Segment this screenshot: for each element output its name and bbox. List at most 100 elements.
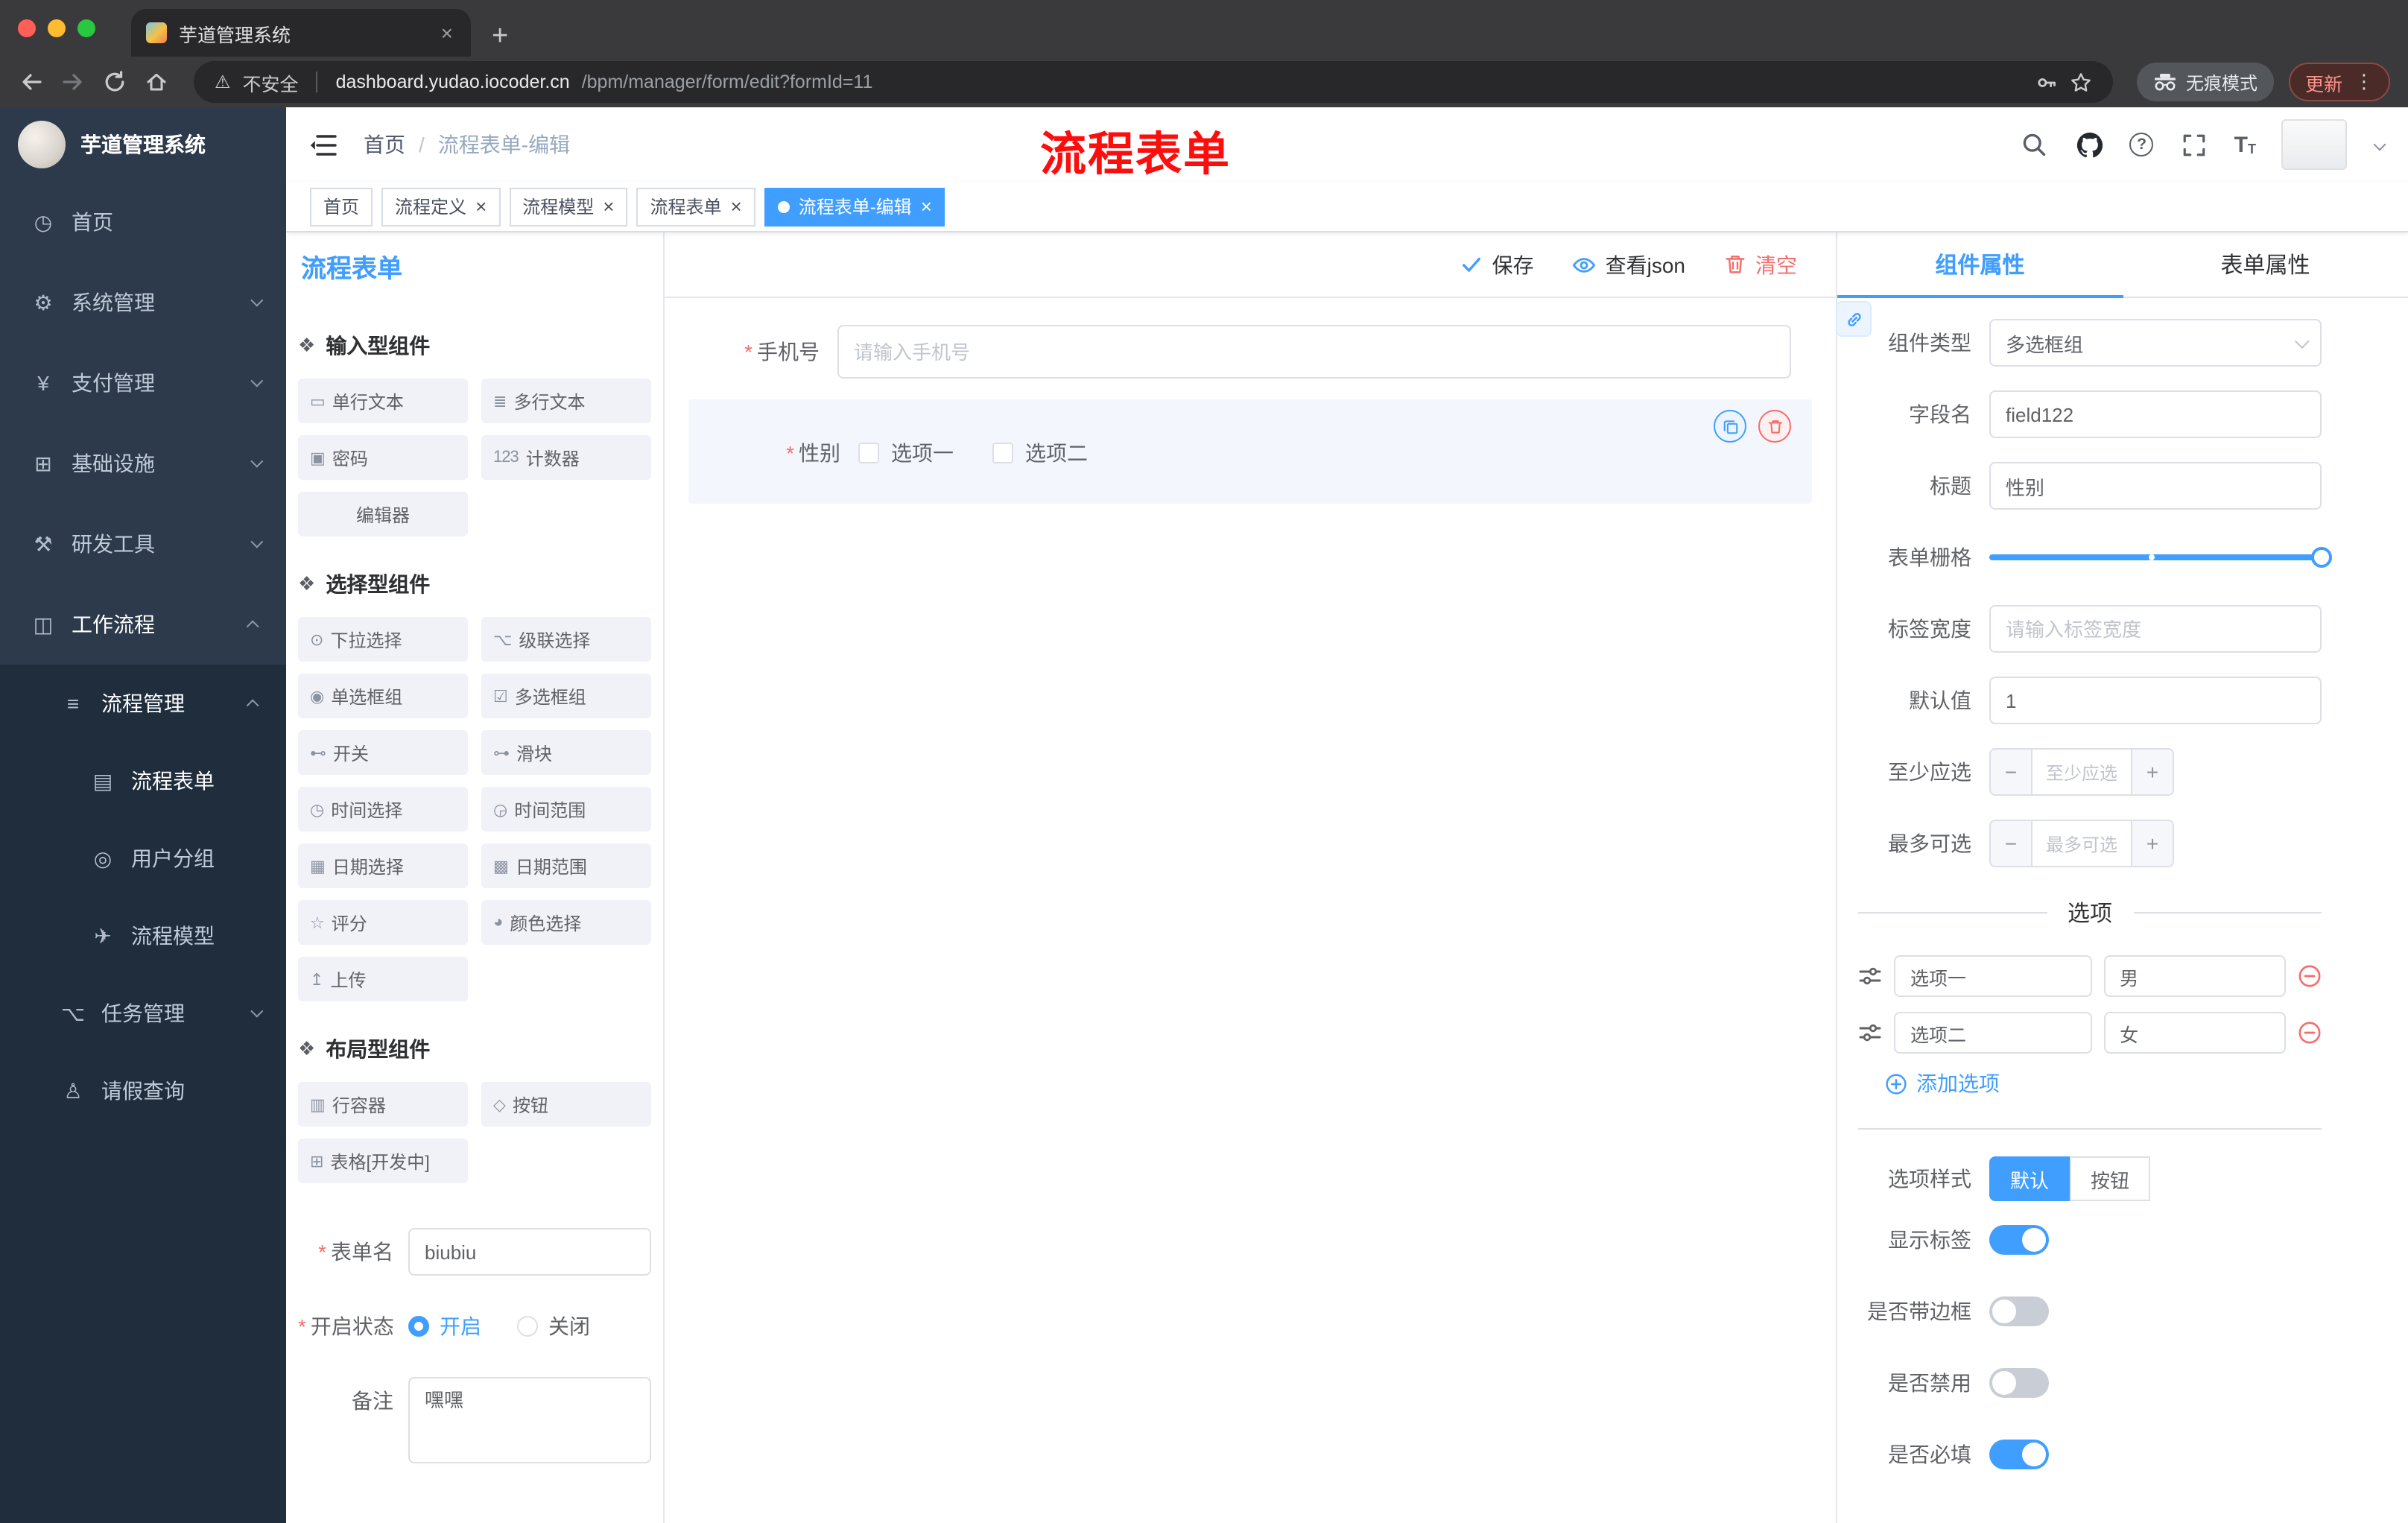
view-json-button[interactable]: 查看json (1573, 250, 1685, 279)
slider-handle[interactable] (2311, 547, 2332, 568)
status-radio[interactable]: 关闭 (517, 1311, 590, 1341)
sidebar-item-process-model[interactable]: ✈ 流程模型 (0, 897, 286, 975)
component-item[interactable]: ⊙ 下拉选择 (298, 617, 468, 662)
component-item[interactable]: ▩ 日期范围 (481, 843, 651, 888)
toggle-switch[interactable] (1989, 1225, 2049, 1255)
component-item[interactable]: ⊷ 开关 (298, 730, 468, 775)
sidebar-item-leave-query[interactable]: ♙ 请假查询 (0, 1052, 286, 1130)
tab-close-icon[interactable]: × (438, 21, 456, 45)
link-icon[interactable] (1836, 301, 1872, 337)
max-select-value[interactable]: 最多可选 (2032, 821, 2131, 866)
collapse-menu-icon[interactable] (310, 133, 337, 156)
option-value-input[interactable] (2103, 955, 2286, 997)
option-value-input[interactable] (2103, 1012, 2286, 1054)
option-label-input[interactable] (1894, 955, 2092, 997)
form-canvas[interactable]: 手机号 (665, 298, 1836, 1523)
component-item[interactable]: ☆ 评分 (298, 900, 468, 945)
component-item[interactable]: ≣ 多行文本 (481, 379, 651, 423)
sidebar-item-home[interactable]: ◷ 首页 (0, 182, 286, 262)
phone-field[interactable]: 手机号 (688, 325, 1812, 379)
label-width-input[interactable] (1989, 605, 2322, 653)
close-window-button[interactable] (18, 19, 36, 37)
forward-icon[interactable] (60, 69, 86, 95)
option-style-choice[interactable]: 按钮 (2070, 1156, 2151, 1201)
phone-input[interactable] (837, 325, 1791, 379)
component-item[interactable]: ◉ 单选框组 (298, 674, 468, 718)
remove-option-icon[interactable] (2298, 1021, 2322, 1045)
default-value-input[interactable] (1989, 677, 2322, 724)
drag-handle-icon[interactable] (1858, 964, 1882, 988)
sidebar-item-workflow[interactable]: ◫ 工作流程 (0, 584, 286, 665)
component-item[interactable]: ⊶ 滑块 (481, 730, 651, 775)
save-button[interactable]: 保存 (1461, 250, 1534, 279)
fullscreen-icon[interactable] (2179, 130, 2209, 159)
option-style-choice[interactable]: 默认 (1989, 1156, 2070, 1201)
new-tab-button[interactable]: + (492, 22, 508, 51)
page-tag[interactable]: 首页 (310, 187, 373, 226)
form-remark-input[interactable]: 嘿嘿 (408, 1377, 651, 1463)
tag-close-icon[interactable]: × (475, 197, 487, 216)
sidebar-item-dev-tools[interactable]: ⚒ 研发工具 (0, 504, 286, 584)
sidebar-logo[interactable]: 芋道管理系统 (0, 107, 286, 182)
minimize-window-button[interactable] (48, 19, 66, 37)
component-item[interactable]: ☑ 多选框组 (481, 674, 651, 718)
sidebar-item-payment-management[interactable]: ¥ 支付管理 (0, 343, 286, 423)
sidebar-item-system-management[interactable]: ⚙ 系统管理 (0, 262, 286, 343)
component-item[interactable]: ▣ 密码 (298, 435, 468, 480)
slider-track[interactable] (1989, 547, 2332, 568)
maximize-window-button[interactable] (77, 19, 95, 37)
password-key-icon[interactable] (2035, 71, 2058, 93)
option-label-input[interactable] (1894, 1012, 2092, 1054)
reload-icon[interactable] (101, 69, 128, 95)
delete-component-button[interactable] (1758, 410, 1791, 443)
component-item[interactable]: ▦ 日期选择 (298, 843, 468, 888)
component-item[interactable]: ⊞ 表格[开发中] (298, 1139, 468, 1183)
component-item[interactable]: ↥ 上传 (298, 957, 468, 1001)
component-item[interactable]: ◷ 时间选择 (298, 787, 468, 832)
grid-slider[interactable] (1989, 533, 2332, 581)
back-icon[interactable] (18, 69, 45, 95)
home-icon[interactable] (143, 69, 170, 95)
component-item[interactable]: 编辑器 (298, 492, 468, 536)
github-icon[interactable] (2075, 130, 2105, 159)
search-icon[interactable] (2020, 130, 2050, 159)
decrease-icon[interactable]: − (1991, 750, 2032, 794)
form-name-input[interactable] (408, 1228, 651, 1276)
user-avatar[interactable] (2281, 119, 2347, 170)
font-size-icon[interactable]: TT (2234, 133, 2256, 156)
sidebar-item-process-management[interactable]: ≡ 流程管理 (0, 665, 286, 742)
sidebar-item-infrastructure[interactable]: ⊞ 基础设施 (0, 423, 286, 504)
sidebar-item-process-form[interactable]: ▤ 流程表单 (0, 742, 286, 820)
clear-button[interactable]: 清空 (1724, 250, 1797, 279)
decrease-icon[interactable]: − (1991, 821, 2032, 866)
component-item[interactable]: ◕ 颜色选择 (481, 900, 651, 945)
min-select-value[interactable]: 至少应选 (2032, 750, 2131, 794)
toggle-switch[interactable] (1989, 1296, 2049, 1326)
sidebar-item-task-management[interactable]: ⌥ 任务管理 (0, 975, 286, 1052)
page-tag[interactable]: 流程表单 × (636, 187, 755, 226)
gender-field[interactable]: 性别 选项一 (709, 438, 1791, 468)
tag-close-icon[interactable]: × (731, 197, 742, 216)
toggle-switch[interactable] (1989, 1368, 2049, 1398)
help-icon[interactable]: ? (2129, 133, 2154, 156)
component-item[interactable]: 123 计数器 (481, 435, 651, 480)
avatar-caret-icon[interactable] (2373, 138, 2386, 151)
address-bar[interactable]: ⚠ 不安全 dashboard.yudao.iocoder.cn /bpm/ma… (194, 61, 2113, 103)
component-item[interactable]: ◶ 时间范围 (481, 787, 651, 832)
sidebar-item-user-group[interactable]: ◎ 用户分组 (0, 820, 286, 897)
browser-tab[interactable]: 芋道管理系统 × (131, 9, 471, 57)
component-item[interactable]: ▭ 单行文本 (298, 379, 468, 423)
title-input[interactable] (1989, 462, 2322, 510)
properties-tab[interactable]: 表单属性 (2123, 232, 2408, 297)
copy-component-button[interactable] (1714, 410, 1746, 443)
component-type-select[interactable]: 多选框组 (1989, 319, 2322, 367)
gender-checkbox[interactable]: 选项二 (992, 438, 1088, 468)
selected-component-gender[interactable]: 性别 选项一 (688, 399, 1812, 504)
increase-icon[interactable]: + (2131, 821, 2173, 866)
browser-menu-icon[interactable]: ⋮ (2354, 70, 2374, 94)
add-option-button[interactable]: 添加选项 (1885, 1068, 2322, 1098)
tag-close-icon[interactable]: × (603, 197, 614, 216)
page-tag[interactable]: 流程表单-编辑 × (764, 187, 945, 226)
page-tag[interactable]: 流程模型 × (509, 187, 628, 226)
status-radio[interactable]: 开启 (408, 1311, 481, 1341)
